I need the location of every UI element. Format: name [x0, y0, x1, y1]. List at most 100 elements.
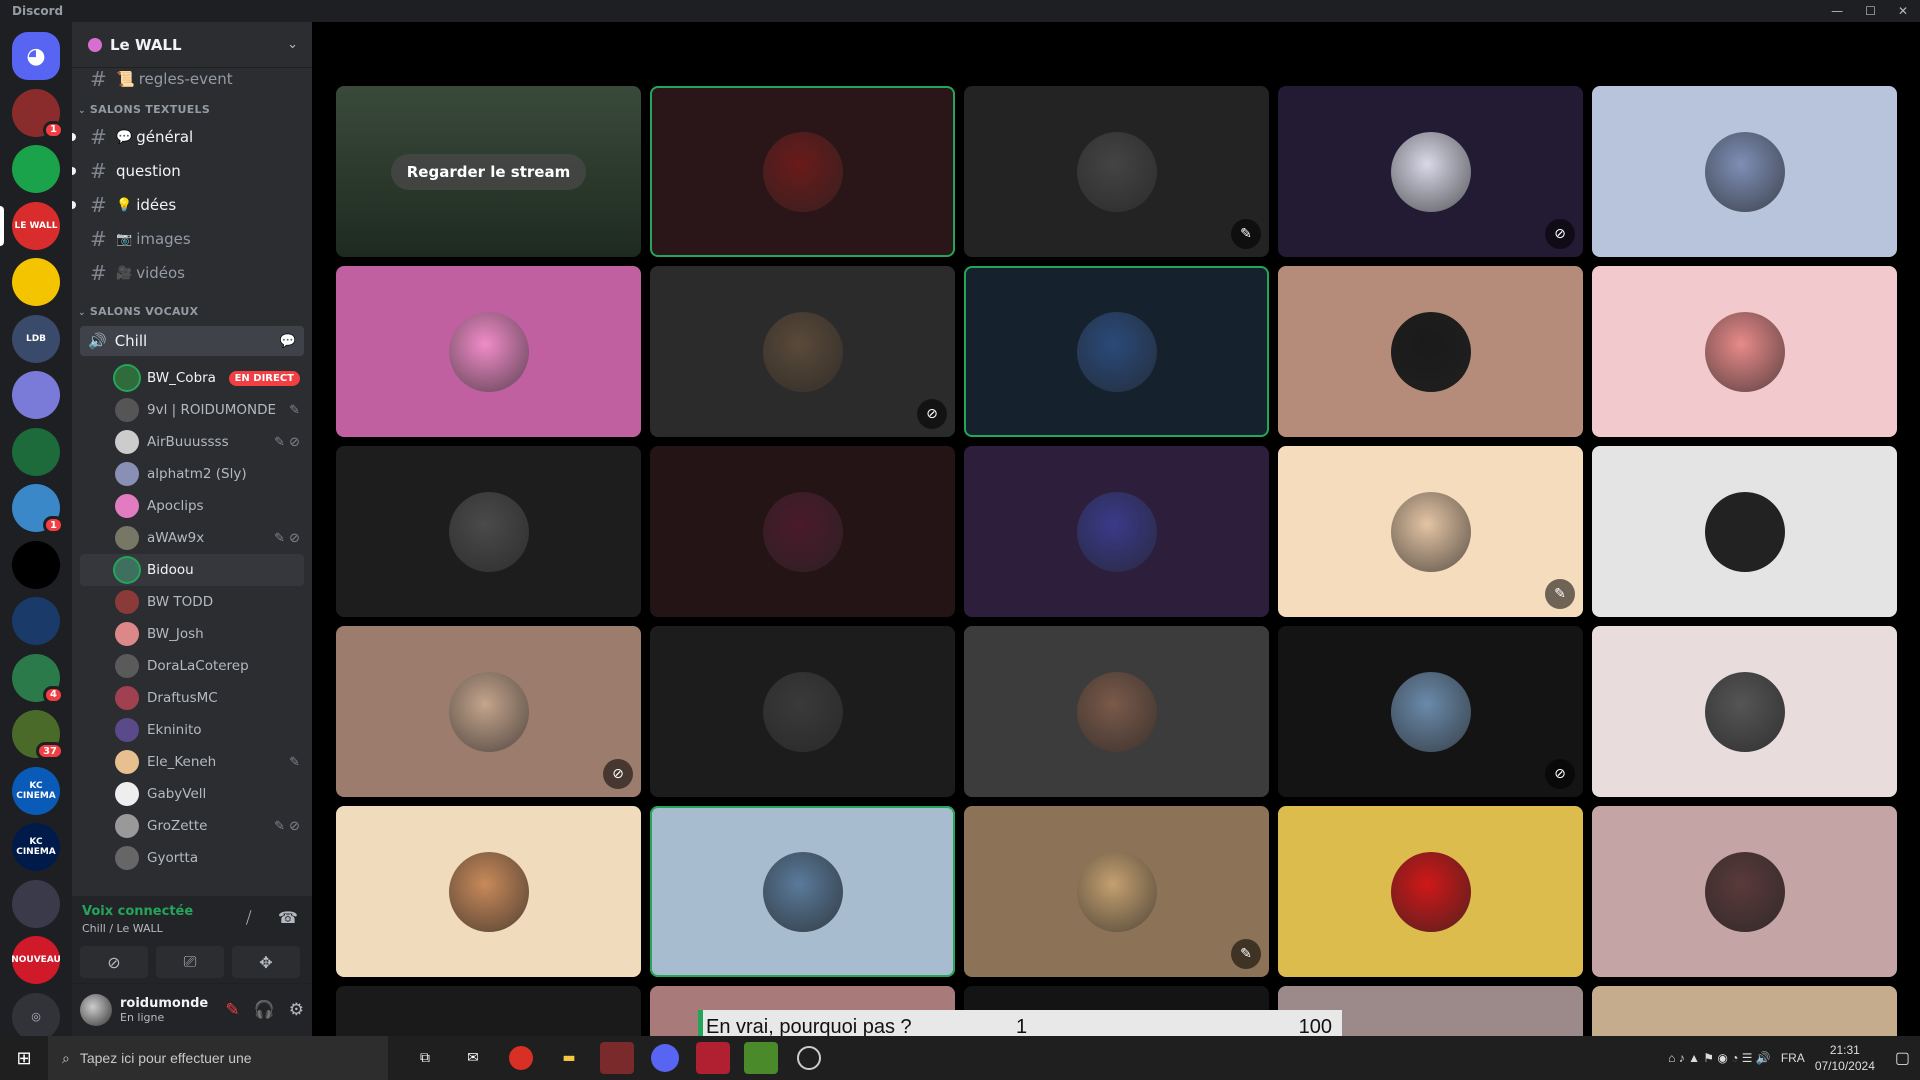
channel-item[interactable]: # 💡 idées [72, 188, 312, 222]
activities-button[interactable]: ✥ [232, 946, 300, 978]
voice-user[interactable]: alphatm2 (Sly) [72, 458, 312, 490]
clock[interactable]: 21:31 07/10/2024 [1815, 1042, 1875, 1074]
participant-tile[interactable] [964, 446, 1269, 617]
participant-tile[interactable] [1592, 86, 1897, 257]
chat-bubble-icon[interactable]: 💬 [280, 334, 296, 349]
server-icon[interactable] [12, 145, 60, 193]
taskbar-search[interactable]: ⌕ Tapez ici pour effectuer une [48, 1036, 388, 1080]
windows-start-icon[interactable]: ⊞ [0, 1036, 48, 1080]
server-icon[interactable]: 4 [12, 653, 64, 704]
participant-tile[interactable] [650, 86, 955, 257]
server-icon[interactable]: 1 [12, 88, 64, 139]
gear-icon[interactable]: ⚙ [289, 1000, 304, 1020]
server-icon[interactable]: KC CINEMA [12, 766, 60, 815]
minecraft-icon[interactable] [744, 1042, 778, 1074]
participant-tile[interactable]: ⊘ [336, 626, 641, 797]
voice-user[interactable]: Ekninito [72, 714, 312, 746]
participant-tile[interactable] [650, 446, 955, 617]
participant-tile[interactable] [336, 986, 641, 1036]
voice-user[interactable]: aWAw9x ✎ ⊘ [72, 522, 312, 554]
participant-tile[interactable] [1278, 806, 1583, 977]
notification-icon[interactable]: ▢ [1895, 1048, 1910, 1068]
server-icon[interactable] [12, 540, 60, 589]
channel-item[interactable]: # question [72, 154, 312, 188]
voice-channel-chill[interactable]: 🔊 Chill 💬 [80, 326, 304, 356]
camera-off-button[interactable]: ⊘ [80, 946, 148, 978]
minimize-icon[interactable]: — [1831, 4, 1843, 18]
participant-tile[interactable] [336, 806, 641, 977]
participant-tile[interactable]: ✎ [1278, 446, 1583, 617]
voice-user[interactable]: DoraLaCoterep [72, 650, 312, 682]
folder-icon[interactable]: ▬ [552, 1042, 586, 1074]
app-icon-1[interactable] [600, 1042, 634, 1074]
participant-tile[interactable]: ✎ [964, 86, 1269, 257]
task-view-icon[interactable]: ⧉ [408, 1042, 442, 1074]
voice-user[interactable]: Gyortta [72, 842, 312, 874]
participant-tile[interactable] [964, 626, 1269, 797]
server-icon[interactable] [12, 597, 60, 645]
language-indicator[interactable]: FRA [1781, 1051, 1805, 1065]
server-icon[interactable] [12, 371, 60, 419]
server-icon[interactable] [12, 258, 60, 306]
mail-icon[interactable]: ✉ [456, 1042, 490, 1074]
participant-tile[interactable] [964, 266, 1269, 437]
voice-user[interactable]: BW_Cobra EN DIRECT [72, 362, 312, 394]
channel-item[interactable]: # 📷 images [72, 222, 312, 256]
participant-tile[interactable] [1592, 266, 1897, 437]
chevron-down-icon[interactable]: ⌄ [287, 37, 298, 52]
channel-item[interactable]: # 🎥 vidéos [72, 256, 312, 290]
participant-tile[interactable] [336, 266, 641, 437]
channel-regles-event[interactable]: # 📜 regles-event [72, 66, 312, 92]
tray-icons[interactable]: ⌂ ♪ ▲ ⚑ ◉ ◔ ☰ 🔊 [1668, 1051, 1771, 1065]
voice-location[interactable]: Chill / Le WALL [82, 922, 163, 935]
voice-user[interactable]: BW_Josh [72, 618, 312, 650]
category-voice[interactable]: ⌄ SALONS VOCAUX [72, 294, 312, 322]
participant-tile[interactable] [1592, 806, 1897, 977]
participant-tile[interactable]: ⊘ [650, 266, 955, 437]
voice-user[interactable]: DraftusMC [72, 682, 312, 714]
participant-tile[interactable]: ⊘ [1278, 626, 1583, 797]
maximize-icon[interactable]: ☐ [1865, 4, 1876, 18]
voice-user[interactable]: 9vl | ROIDUMONDE ✎ [72, 394, 312, 426]
voice-user[interactable]: Ele_Keneh ✎ [72, 746, 312, 778]
server-header[interactable]: Le WALL ⌄ [72, 22, 312, 68]
screen-share-button[interactable]: ⎚ [156, 946, 224, 978]
participant-tile[interactable] [336, 446, 641, 617]
server-icon[interactable]: KC CINEMA [12, 823, 60, 871]
stream-tile[interactable]: Regarder le stream [336, 86, 641, 257]
participant-tile[interactable] [1278, 266, 1583, 437]
disconnect-icon[interactable]: ☎ [278, 908, 298, 927]
voice-user[interactable]: BW TODD [72, 586, 312, 618]
participant-tile[interactable] [650, 626, 955, 797]
participant-tile[interactable] [1592, 626, 1897, 797]
voice-user[interactable]: GroZette ✎ ⊘ [72, 810, 312, 842]
server-icon[interactable]: NOUVEAU [11, 936, 61, 984]
mute-icon[interactable]: ✎ [225, 1000, 239, 1020]
server-icon[interactable]: LE WALL [0, 201, 60, 250]
channel-item[interactable]: # 💬 général [72, 120, 312, 154]
app-icon-2[interactable] [696, 1042, 730, 1074]
app-icon-3[interactable] [797, 1046, 821, 1070]
voice-user[interactable]: Bidoou [80, 554, 304, 586]
noise-suppression-icon[interactable]: ⧸ [246, 908, 251, 928]
discord-icon[interactable] [651, 1044, 679, 1072]
voice-user[interactable]: AirBuuussss ✎ ⊘ [72, 426, 312, 458]
discord-home-icon[interactable]: ◕ [12, 32, 60, 80]
headphones-icon[interactable]: 🎧 [254, 1000, 275, 1020]
voice-user[interactable]: GabyVell [72, 778, 312, 810]
participant-tile[interactable] [1592, 986, 1897, 1036]
server-icon[interactable] [12, 879, 60, 928]
participant-tile[interactable] [1592, 446, 1897, 617]
server-icon[interactable]: LDB [12, 314, 60, 363]
watch-stream-button[interactable]: Regarder le stream [390, 153, 587, 190]
category-text[interactable]: ⌄ SALONS TEXTUELS [72, 92, 312, 120]
participant-tile[interactable]: ✎ [964, 806, 1269, 977]
server-icon[interactable]: 1 [12, 484, 64, 534]
chrome-icon[interactable] [509, 1046, 533, 1070]
discover-icon[interactable]: ◎ [12, 992, 60, 1036]
close-icon[interactable]: ✕ [1898, 4, 1908, 18]
voice-user[interactable]: Apoclips [72, 490, 312, 522]
participant-tile[interactable]: ⊘ [1278, 86, 1583, 257]
avatar[interactable] [80, 994, 112, 1026]
server-icon[interactable]: 37 [12, 710, 64, 760]
